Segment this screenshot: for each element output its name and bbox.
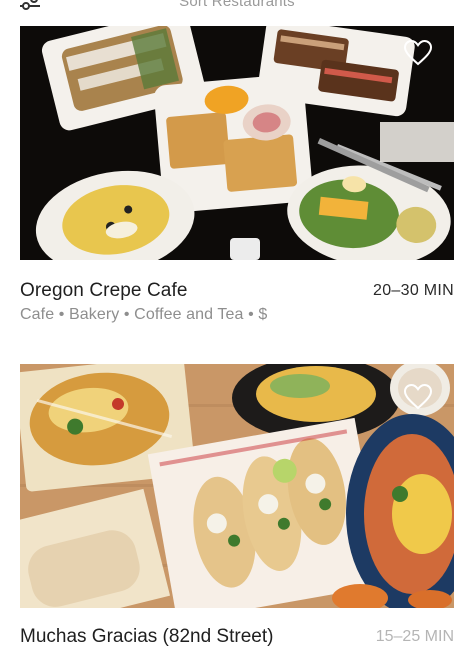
top-bar: Sort Restaurants xyxy=(0,0,474,24)
favorite-heart-icon[interactable] xyxy=(404,40,432,66)
restaurant-photo[interactable] xyxy=(20,364,454,608)
page-title[interactable]: Sort Restaurants xyxy=(0,0,474,10)
restaurant-photo[interactable] xyxy=(20,26,454,260)
delivery-time: 15–25 MIN xyxy=(375,628,454,645)
delivery-time: 20–30 MIN xyxy=(373,282,454,299)
restaurant-card[interactable]: Muchas Gracias (82nd Street) 15–25 MIN xyxy=(20,364,454,647)
restaurant-tags: Cafe • Bakery • Coffee and Tea • $ xyxy=(20,306,268,323)
favorite-heart-icon[interactable] xyxy=(404,384,432,410)
restaurant-card[interactable]: Oregon Crepe Cafe 20–30 MIN Cafe • Baker… xyxy=(20,26,454,323)
restaurant-name: Oregon Crepe Cafe xyxy=(20,280,188,301)
restaurant-name: Muchas Gracias (82nd Street) xyxy=(20,626,274,647)
